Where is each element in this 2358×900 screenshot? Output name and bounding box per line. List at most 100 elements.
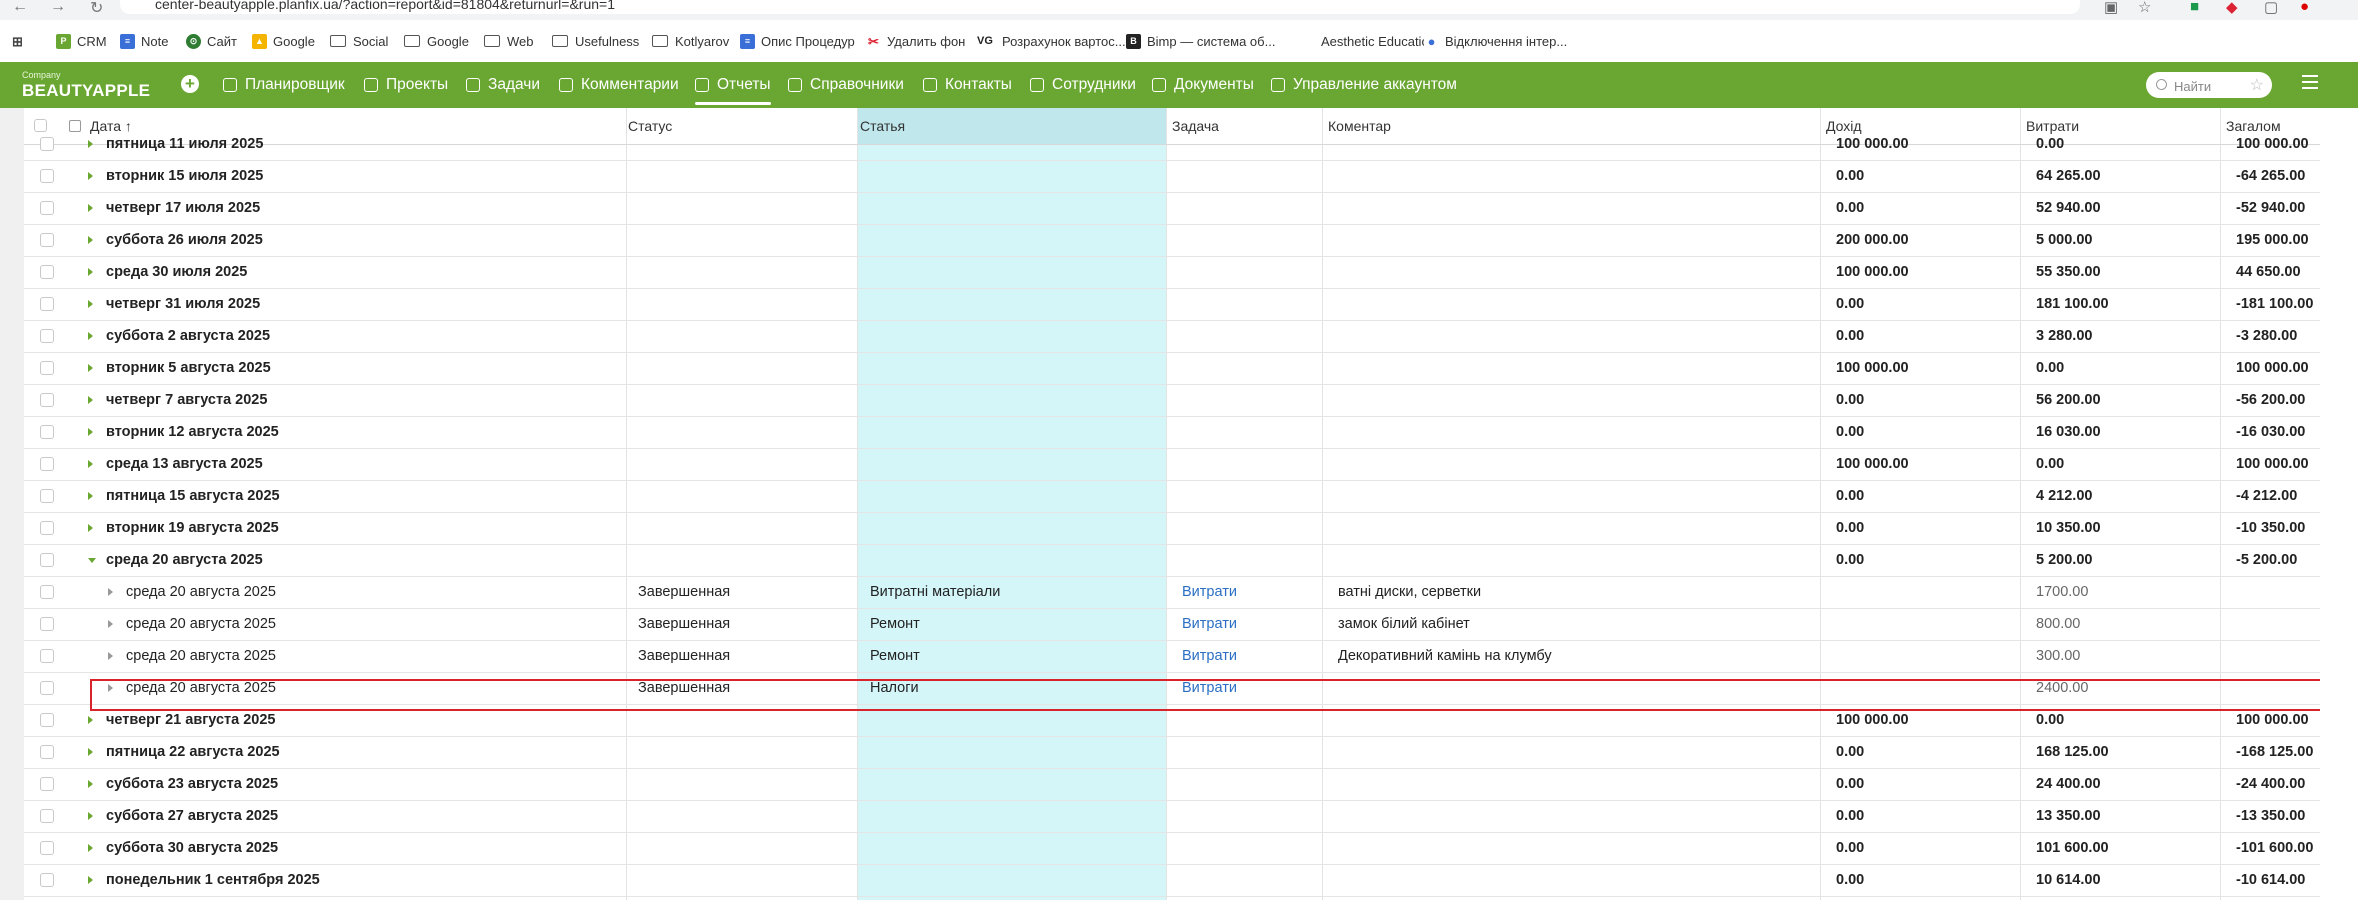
row-checkbox[interactable]: [40, 201, 54, 215]
expand-arrow-icon[interactable]: [88, 812, 93, 820]
nav-documents[interactable]: Документы: [1152, 62, 1254, 108]
bookmark-google[interactable]: ▲ Google: [252, 20, 315, 62]
table-row-group[interactable]: суббота 23 августа 2025 0.00 24 400.00 -24 …: [24, 768, 2320, 801]
row-checkbox[interactable]: [40, 137, 54, 151]
table-row-group[interactable]: пятница 22 августа 2025 0.00 168 125.00 -16…: [24, 736, 2320, 769]
bookmark-folder-social[interactable]: Social: [330, 20, 388, 62]
nav-reports[interactable]: Отчеты: [695, 62, 771, 108]
expand-arrow-icon[interactable]: [88, 876, 93, 884]
table-row-detail[interactable]: среда 20 августа 2025 Завершенная Витратні…: [24, 576, 2320, 609]
extension-icon[interactable]: ▣: [2104, 0, 2118, 16]
table-row-group[interactable]: суббота 30 августа 2025 0.00 101 600.00 -10…: [24, 832, 2320, 865]
table-row-group[interactable]: понедельник 1 сентября 2025 0.00 10 614.00…: [24, 864, 2320, 897]
search-input[interactable]: [2172, 76, 2246, 96]
table-row-group[interactable]: суббота 26 июля 2025 200 000.00 5 000.00 19…: [24, 224, 2320, 257]
add-button[interactable]: +: [181, 75, 199, 93]
expand-arrow-icon[interactable]: [108, 620, 113, 628]
bookmark-folder-kotlyarov[interactable]: Kotlyarov: [652, 20, 729, 62]
apps-grid-icon[interactable]: ⊞: [10, 20, 31, 62]
expand-arrow-icon[interactable]: [88, 204, 93, 212]
menu-icon[interactable]: [2302, 75, 2318, 89]
row-checkbox[interactable]: [40, 297, 54, 311]
bookmark-calc[interactable]: VG Розрахунок вартос...: [974, 20, 1126, 62]
table-row-group[interactable]: суббота 2 августа 2025 0.00 3 280.00 -3 280…: [24, 320, 2320, 353]
table-row-group[interactable]: четверг 31 июля 2025 0.00 181 100.00 -181 1…: [24, 288, 2320, 321]
expand-arrow-icon[interactable]: [88, 524, 93, 532]
row-checkbox[interactable]: [40, 553, 54, 567]
extension-green-icon[interactable]: ■: [2190, 0, 2199, 15]
table-row-group[interactable]: среда 30 июля 2025 100 000.00 55 350.00 44 …: [24, 256, 2320, 289]
row-checkbox[interactable]: [40, 649, 54, 663]
table-row-group[interactable]: среда 13 августа 2025 100 000.00 0.00 100 0…: [24, 448, 2320, 481]
row-checkbox[interactable]: [40, 873, 54, 887]
row-checkbox[interactable]: [40, 489, 54, 503]
row-checkbox[interactable]: [40, 169, 54, 183]
table-row-group[interactable]: пятница 11 июля 2025 100 000.00 0.00 100 00…: [24, 128, 2320, 161]
row-checkbox[interactable]: [40, 521, 54, 535]
bookmark-remove-bg[interactable]: ✂ Удалить фон: [866, 20, 965, 62]
expand-arrow-icon[interactable]: [108, 588, 113, 596]
table-row-group[interactable]: вторник 12 августа 2025 0.00 16 030.00 -16 …: [24, 416, 2320, 449]
row-task-link[interactable]: Витрати: [1182, 608, 1237, 640]
favorite-star-icon[interactable]: ☆: [2250, 75, 2264, 95]
collapse-arrow-icon[interactable]: [88, 558, 96, 563]
expand-arrow-icon[interactable]: [88, 460, 93, 468]
extension-icon-2[interactable]: ▢: [2264, 0, 2278, 16]
expand-arrow-icon[interactable]: [88, 780, 93, 788]
table-row-detail[interactable]: среда 20 августа 2025 Завершенная Ремонт Ви…: [24, 608, 2320, 641]
row-checkbox[interactable]: [40, 457, 54, 471]
extension-red-icon[interactable]: ◆: [2226, 0, 2238, 16]
nav-tasks[interactable]: Задачи: [466, 62, 540, 108]
row-checkbox[interactable]: [40, 233, 54, 247]
table-row-group[interactable]: вторник 5 августа 2025 100 000.00 0.00 100 …: [24, 352, 2320, 385]
bookmark-folder-google[interactable]: Google: [404, 20, 469, 62]
bookmark-crm[interactable]: P CRM: [56, 20, 107, 62]
forward-icon[interactable]: →: [50, 0, 66, 16]
table-row-group[interactable]: среда 20 августа 2025 0.00 5 200.00 -5 200.…: [24, 544, 2320, 577]
table-row-group[interactable]: четверг 7 августа 2025 0.00 56 200.00 -56 2…: [24, 384, 2320, 417]
row-checkbox[interactable]: [40, 777, 54, 791]
row-task-link[interactable]: Витрати: [1182, 576, 1237, 608]
nav-account-management[interactable]: Управление аккаунтом: [1271, 62, 1457, 108]
back-icon[interactable]: ←: [12, 0, 28, 16]
table-row-group[interactable]: вторник 19 августа 2025 0.00 10 350.00 -10 …: [24, 512, 2320, 545]
nav-contacts[interactable]: Контакты: [923, 62, 1012, 108]
expand-arrow-icon[interactable]: [88, 492, 93, 500]
search-box[interactable]: ☆: [2146, 72, 2272, 98]
nav-projects[interactable]: Проекты: [364, 62, 448, 108]
extension-opera-icon[interactable]: ●: [2300, 0, 2309, 15]
bookmark-folder-web[interactable]: Web: [484, 20, 534, 62]
expand-arrow-icon[interactable]: [88, 844, 93, 852]
expand-arrow-icon[interactable]: [88, 332, 93, 340]
expand-arrow-icon[interactable]: [88, 428, 93, 436]
expand-arrow-icon[interactable]: [88, 396, 93, 404]
url-text[interactable]: center-beautyapple.planfix.ua/?action=re…: [155, 0, 615, 12]
row-checkbox[interactable]: [40, 425, 54, 439]
row-checkbox[interactable]: [40, 361, 54, 375]
row-checkbox[interactable]: [40, 841, 54, 855]
nav-comments[interactable]: Комментарии: [559, 62, 679, 108]
bookmark-bimp[interactable]: B Bimp — система об...: [1126, 20, 1275, 62]
expand-arrow-icon[interactable]: [88, 716, 93, 724]
row-task-link[interactable]: Витрати: [1182, 640, 1237, 672]
row-checkbox[interactable]: [40, 585, 54, 599]
company-logo[interactable]: BEAUTYAPPLE: [22, 81, 150, 101]
row-checkbox[interactable]: [40, 329, 54, 343]
row-checkbox[interactable]: [40, 393, 54, 407]
bookmark-outage[interactable]: ● Відключення інтер...: [1424, 20, 1567, 62]
row-checkbox[interactable]: [40, 265, 54, 279]
nav-directories[interactable]: Справочники: [788, 62, 904, 108]
row-checkbox[interactable]: [40, 617, 54, 631]
table-row-group[interactable]: пятница 15 августа 2025 0.00 4 212.00 -4 21…: [24, 480, 2320, 513]
bookmark-star-icon[interactable]: ☆: [2138, 0, 2151, 16]
bookmark-aesthetic[interactable]: Aesthetic Education: [1300, 20, 1436, 62]
expand-arrow-icon[interactable]: [88, 172, 93, 180]
row-checkbox[interactable]: [40, 745, 54, 759]
expand-arrow-icon[interactable]: [88, 268, 93, 276]
table-row-group[interactable]: суббота 27 августа 2025 0.00 13 350.00 -13 …: [24, 800, 2320, 833]
row-checkbox[interactable]: [40, 681, 54, 695]
nav-employees[interactable]: Сотрудники: [1030, 62, 1136, 108]
expand-arrow-icon[interactable]: [88, 300, 93, 308]
row-checkbox[interactable]: [40, 713, 54, 727]
bookmark-site[interactable]: ⊙ Сайт: [186, 20, 237, 62]
